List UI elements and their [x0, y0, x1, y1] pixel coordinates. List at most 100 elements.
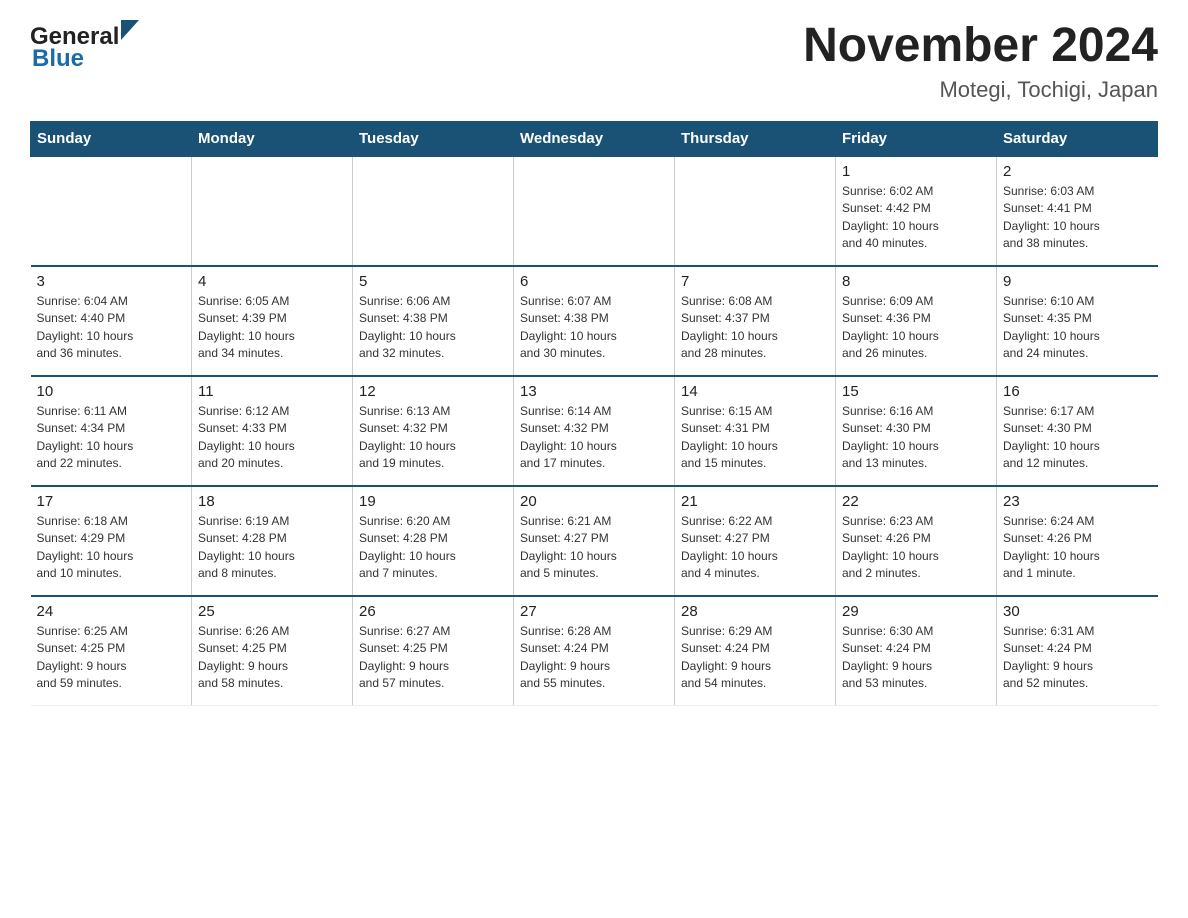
calendar-cell: 25 Sunrise: 6:26 AM Sunset: 4:25 PM Dayli… — [192, 596, 353, 706]
calendar-cell: 2Sunrise: 6:03 AM Sunset: 4:41 PM Daylig… — [997, 156, 1158, 266]
calendar-cell: 27Sunrise: 6:28 AM Sunset: 4:24 PM Dayli… — [514, 596, 675, 706]
day-number: 8 — [842, 273, 990, 290]
day-info: Sunrise: 6:08 AM Sunset: 4:37 PM Dayligh… — [681, 293, 829, 363]
page-subtitle: Motegi, Tochigi, Japan — [803, 77, 1158, 103]
day-info: Sunrise: 6:26 AM Sunset: 4:25 PM Dayligh… — [198, 623, 346, 693]
calendar-cell: 26 Sunrise: 6:27 AM Sunset: 4:25 PM Dayli… — [353, 596, 514, 706]
day-info: Sunrise: 6:11 AM Sunset: 4:34 PM Dayligh… — [37, 403, 186, 473]
day-info: Sunrise: 6:02 AM Sunset: 4:42 PM Dayligh… — [842, 183, 990, 253]
day-number: 1 — [842, 163, 990, 180]
day-number: 5 — [359, 273, 507, 290]
calendar-cell: 16Sunrise: 6:17 AM Sunset: 4:30 PM Dayli… — [997, 376, 1158, 486]
day-info: Sunrise: 6:19 AM Sunset: 4:28 PM Dayligh… — [198, 513, 346, 583]
day-number: 16 — [1003, 383, 1152, 400]
day-number: 4 — [198, 273, 346, 290]
day-info: Sunrise: 6:27 AM Sunset: 4:25 PM Dayligh… — [359, 623, 507, 693]
day-info: Sunrise: 6:18 AM Sunset: 4:29 PM Dayligh… — [37, 513, 186, 583]
day-info: Sunrise: 6:04 AM Sunset: 4:40 PM Dayligh… — [37, 293, 186, 363]
calendar-cell: 11 Sunrise: 6:12 AM Sunset: 4:33 PM Dayli… — [192, 376, 353, 486]
day-info: Sunrise: 6:13 AM Sunset: 4:32 PM Dayligh… — [359, 403, 507, 473]
day-info: Sunrise: 6:14 AM Sunset: 4:32 PM Dayligh… — [520, 403, 668, 473]
calendar-cell: 15Sunrise: 6:16 AM Sunset: 4:30 PM Dayli… — [836, 376, 997, 486]
day-number: 30 — [1003, 603, 1152, 620]
day-number: 17 — [37, 493, 186, 510]
calendar-cell: 8 Sunrise: 6:09 AM Sunset: 4:36 PM Daylig… — [836, 266, 997, 376]
calendar-cell: 19 Sunrise: 6:20 AM Sunset: 4:28 PM Dayli… — [353, 486, 514, 596]
day-number: 7 — [681, 273, 829, 290]
calendar-cell: 4 Sunrise: 6:05 AM Sunset: 4:39 PM Daylig… — [192, 266, 353, 376]
calendar-week-row: 3 Sunrise: 6:04 AM Sunset: 4:40 PM Daylig… — [31, 266, 1158, 376]
calendar-cell: 3 Sunrise: 6:04 AM Sunset: 4:40 PM Daylig… — [31, 266, 192, 376]
col-header-wednesday: Wednesday — [514, 121, 675, 156]
col-header-friday: Friday — [836, 121, 997, 156]
calendar-week-row: 1 Sunrise: 6:02 AM Sunset: 4:42 PM Daylig… — [31, 156, 1158, 266]
day-number: 28 — [681, 603, 829, 620]
calendar-cell: 9 Sunrise: 6:10 AM Sunset: 4:35 PM Daylig… — [997, 266, 1158, 376]
day-info: Sunrise: 6:20 AM Sunset: 4:28 PM Dayligh… — [359, 513, 507, 583]
day-info: Sunrise: 6:06 AM Sunset: 4:38 PM Dayligh… — [359, 293, 507, 363]
calendar-cell: 14Sunrise: 6:15 AM Sunset: 4:31 PM Dayli… — [675, 376, 836, 486]
day-number: 9 — [1003, 273, 1152, 290]
calendar-cell: 10 Sunrise: 6:11 AM Sunset: 4:34 PM Dayli… — [31, 376, 192, 486]
day-number: 21 — [681, 493, 829, 510]
day-info: Sunrise: 6:07 AM Sunset: 4:38 PM Dayligh… — [520, 293, 668, 363]
day-number: 20 — [520, 493, 668, 510]
day-info: Sunrise: 6:10 AM Sunset: 4:35 PM Dayligh… — [1003, 293, 1152, 363]
calendar-cell: 28Sunrise: 6:29 AM Sunset: 4:24 PM Dayli… — [675, 596, 836, 706]
logo-blue-text: Blue — [30, 45, 84, 73]
day-number: 11 — [198, 383, 346, 400]
day-number: 14 — [681, 383, 829, 400]
calendar-cell: 1 Sunrise: 6:02 AM Sunset: 4:42 PM Daylig… — [836, 156, 997, 266]
day-info: Sunrise: 6:25 AM Sunset: 4:25 PM Dayligh… — [37, 623, 186, 693]
calendar-cell: 30 Sunrise: 6:31 AM Sunset: 4:24 PM Dayli… — [997, 596, 1158, 706]
day-number: 18 — [198, 493, 346, 510]
title-block: November 2024 Motegi, Tochigi, Japan — [803, 20, 1158, 103]
day-info: Sunrise: 6:12 AM Sunset: 4:33 PM Dayligh… — [198, 403, 346, 473]
calendar-cell: 18 Sunrise: 6:19 AM Sunset: 4:28 PM Dayli… — [192, 486, 353, 596]
day-number: 29 — [842, 603, 990, 620]
calendar-cell: 13 Sunrise: 6:14 AM Sunset: 4:32 PM Dayli… — [514, 376, 675, 486]
calendar-cell — [192, 156, 353, 266]
col-header-monday: Monday — [192, 121, 353, 156]
day-info: Sunrise: 6:31 AM Sunset: 4:24 PM Dayligh… — [1003, 623, 1152, 693]
day-number: 10 — [37, 383, 186, 400]
day-number: 26 — [359, 603, 507, 620]
logo: General Blue — [30, 20, 139, 73]
day-info: Sunrise: 6:21 AM Sunset: 4:27 PM Dayligh… — [520, 513, 668, 583]
day-number: 3 — [37, 273, 186, 290]
calendar-week-row: 24 Sunrise: 6:25 AM Sunset: 4:25 PM Dayli… — [31, 596, 1158, 706]
day-info: Sunrise: 6:09 AM Sunset: 4:36 PM Dayligh… — [842, 293, 990, 363]
calendar-cell: 12 Sunrise: 6:13 AM Sunset: 4:32 PM Dayli… — [353, 376, 514, 486]
calendar-cell — [675, 156, 836, 266]
calendar-cell: 6 Sunrise: 6:07 AM Sunset: 4:38 PM Daylig… — [514, 266, 675, 376]
page-header: General Blue November 2024 Motegi, Tochi… — [30, 20, 1158, 103]
calendar-cell: 23Sunrise: 6:24 AM Sunset: 4:26 PM Dayli… — [997, 486, 1158, 596]
calendar-cell: 7 Sunrise: 6:08 AM Sunset: 4:37 PM Daylig… — [675, 266, 836, 376]
calendar-cell: 24 Sunrise: 6:25 AM Sunset: 4:25 PM Dayli… — [31, 596, 192, 706]
day-info: Sunrise: 6:28 AM Sunset: 4:24 PM Dayligh… — [520, 623, 668, 693]
calendar-week-row: 10 Sunrise: 6:11 AM Sunset: 4:34 PM Dayli… — [31, 376, 1158, 486]
day-info: Sunrise: 6:22 AM Sunset: 4:27 PM Dayligh… — [681, 513, 829, 583]
day-number: 6 — [520, 273, 668, 290]
calendar-cell — [353, 156, 514, 266]
day-number: 19 — [359, 493, 507, 510]
calendar-header-row: SundayMondayTuesdayWednesdayThursdayFrid… — [31, 121, 1158, 156]
day-info: Sunrise: 6:05 AM Sunset: 4:39 PM Dayligh… — [198, 293, 346, 363]
calendar-cell: 20 Sunrise: 6:21 AM Sunset: 4:27 PM Dayli… — [514, 486, 675, 596]
col-header-saturday: Saturday — [997, 121, 1158, 156]
day-number: 25 — [198, 603, 346, 620]
day-number: 22 — [842, 493, 990, 510]
day-number: 24 — [37, 603, 186, 620]
calendar-table: SundayMondayTuesdayWednesdayThursdayFrid… — [30, 121, 1158, 707]
day-number: 12 — [359, 383, 507, 400]
col-header-thursday: Thursday — [675, 121, 836, 156]
col-header-sunday: Sunday — [31, 121, 192, 156]
day-number: 23 — [1003, 493, 1152, 510]
day-number: 13 — [520, 383, 668, 400]
logo-flag-icon — [121, 20, 139, 40]
day-info: Sunrise: 6:23 AM Sunset: 4:26 PM Dayligh… — [842, 513, 990, 583]
day-info: Sunrise: 6:16 AM Sunset: 4:30 PM Dayligh… — [842, 403, 990, 473]
calendar-cell — [31, 156, 192, 266]
calendar-cell: 21 Sunrise: 6:22 AM Sunset: 4:27 PM Dayli… — [675, 486, 836, 596]
day-info: Sunrise: 6:30 AM Sunset: 4:24 PM Dayligh… — [842, 623, 990, 693]
